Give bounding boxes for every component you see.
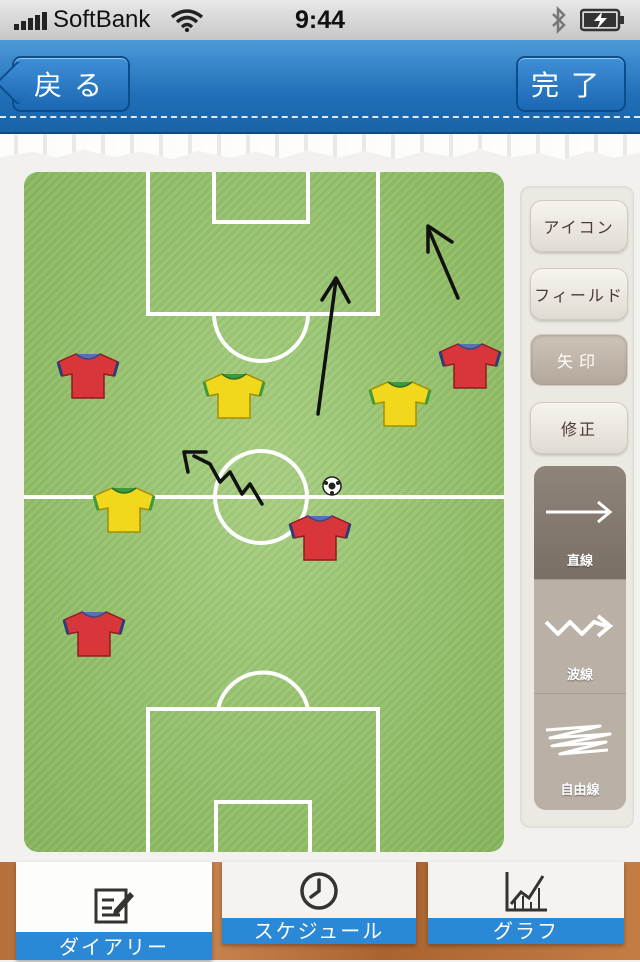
bottom-goal-box xyxy=(214,800,312,852)
field-button-label: フィールド xyxy=(534,286,624,305)
ball-icon[interactable] xyxy=(322,476,342,496)
icon-button[interactable]: アイコン xyxy=(530,200,628,252)
stitch-divider xyxy=(0,116,640,118)
straight-line-icon xyxy=(546,500,613,524)
yellow-player-2[interactable] xyxy=(368,380,432,428)
side-menu: アイコン フィールド 矢印 修正 直線 波線 自由線 xyxy=(520,186,634,828)
line-type-selector: 直線 波線 自由線 xyxy=(534,466,626,810)
top-goal-box xyxy=(212,172,310,224)
line-type-wave-label: 波線 xyxy=(566,668,593,683)
tab-bar: ダイアリー スケジュール グラフ xyxy=(0,862,640,960)
arrow-button-label: 矢印 xyxy=(556,352,601,371)
yellow-player-1[interactable] xyxy=(202,372,266,420)
navigation-bar: 戻る 完了 xyxy=(0,40,640,135)
yellow-player-3[interactable] xyxy=(92,486,156,534)
tab-schedule-label: スケジュール xyxy=(222,918,416,944)
field-drawing xyxy=(24,172,504,852)
clock-icon xyxy=(300,872,338,910)
red-player-2[interactable] xyxy=(438,342,502,390)
line-type-straight[interactable]: 直線 xyxy=(534,466,626,580)
red-player-1[interactable] xyxy=(56,352,120,400)
chart-icon xyxy=(505,872,547,912)
line-type-straight-label: 直線 xyxy=(566,554,593,569)
field-lines xyxy=(24,172,504,852)
bluetooth-icon xyxy=(552,6,566,34)
torn-paper-edge xyxy=(0,134,640,160)
tab-schedule[interactable]: スケジュール xyxy=(222,862,416,944)
status-time: 9:44 xyxy=(294,6,346,34)
tab-graph-label: グラフ xyxy=(428,918,624,944)
arrow-straight-1[interactable] xyxy=(316,276,351,416)
field-button[interactable]: フィールド xyxy=(530,268,628,320)
battery-charging-icon xyxy=(580,8,624,32)
arrow-straight-2[interactable] xyxy=(426,224,460,300)
tab-graph[interactable]: グラフ xyxy=(428,862,624,944)
edit-icon xyxy=(94,888,134,924)
freehand-line-icon xyxy=(545,724,612,756)
bottom-penalty-arc xyxy=(216,670,310,710)
arrow-button[interactable]: 矢印 xyxy=(530,334,628,386)
line-type-wave[interactable]: 波線 xyxy=(534,580,626,694)
wave-line-icon xyxy=(544,614,614,638)
back-button[interactable]: 戻る xyxy=(12,56,130,112)
soccer-field[interactable] xyxy=(24,172,504,852)
edit-button[interactable]: 修正 xyxy=(530,402,628,454)
line-type-freehand-label: 自由線 xyxy=(560,783,600,798)
red-player-3[interactable] xyxy=(288,514,352,562)
back-label: 戻る xyxy=(33,69,114,102)
edit-button-label: 修正 xyxy=(560,420,597,439)
tab-diary[interactable]: ダイアリー xyxy=(16,862,212,960)
status-bar: SoftBank 9:44 xyxy=(0,0,640,40)
done-label: 完了 xyxy=(530,69,611,102)
red-player-4[interactable] xyxy=(62,610,126,658)
top-penalty-arc xyxy=(212,313,310,363)
line-type-freehand[interactable]: 自由線 xyxy=(534,694,626,808)
done-button[interactable]: 完了 xyxy=(516,56,626,112)
bottom-penalty-box xyxy=(146,707,380,852)
icon-button-label: アイコン xyxy=(543,218,615,237)
tab-diary-label: ダイアリー xyxy=(16,932,212,960)
